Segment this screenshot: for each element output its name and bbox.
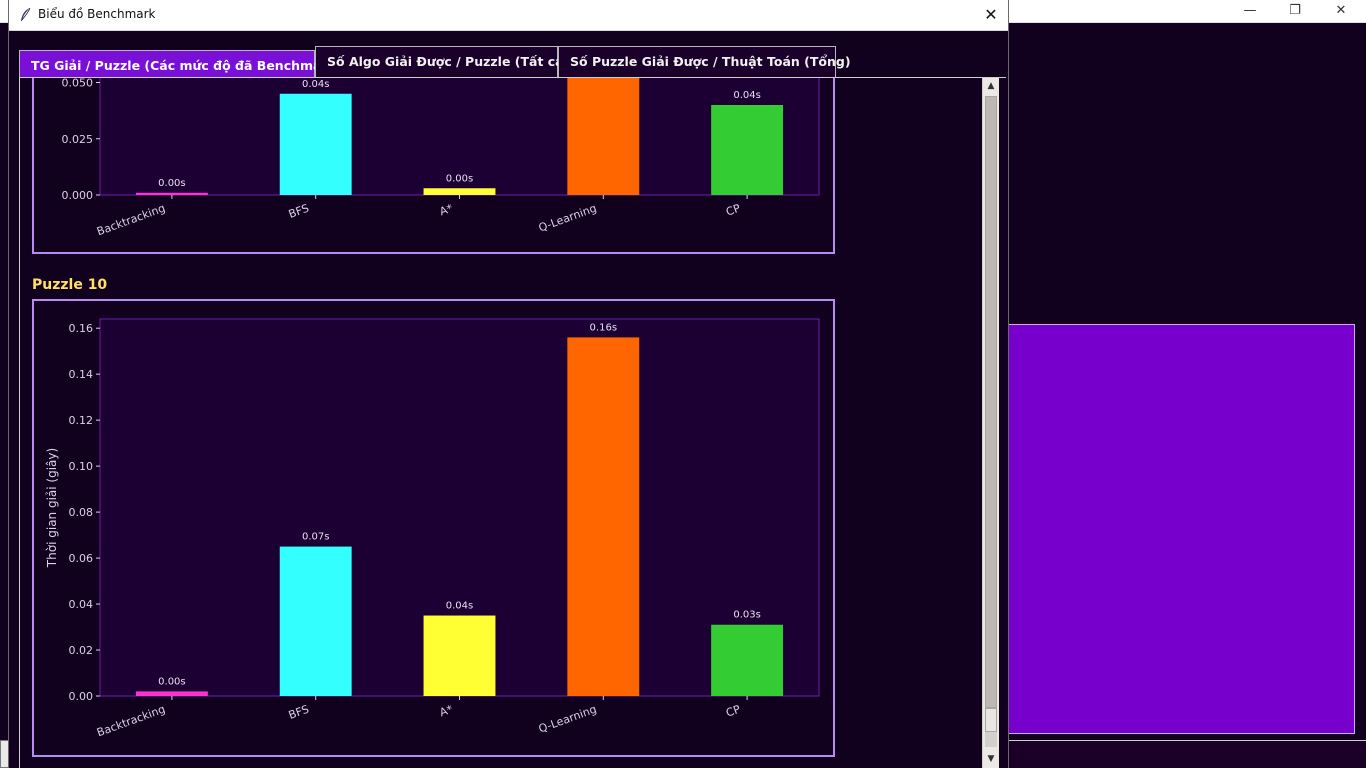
bar-q-learning [567, 337, 640, 696]
x-tick-label: Q-Learning [537, 202, 598, 235]
y-tick-label: 0.050 [62, 78, 94, 90]
y-tick-label: 0.04 [69, 598, 94, 611]
tab-time-per-puzzle[interactable]: TG Giải / Puzzle (Các mức độ đã Benchmar… [19, 50, 342, 80]
puzzle-title: Puzzle 10 [32, 277, 108, 293]
y-tick-label: 0.02 [69, 644, 94, 657]
y-tick-label: 0.14 [69, 368, 94, 381]
tab-label: Số Algo Giải Được / Puzzle (Tất cả) [327, 54, 570, 69]
y-tick-label: 0.025 [62, 133, 94, 146]
y-tick-label: 0.16 [69, 322, 94, 335]
bar-cp [711, 105, 784, 195]
bar-a- [423, 188, 496, 195]
x-tick-label: CP [724, 702, 742, 719]
y-tick-label: 0.000 [62, 189, 94, 202]
window-title: Biểu đồ Benchmark [38, 7, 156, 21]
y-tick-label: 0.10 [69, 460, 94, 473]
bar-value-label: 0.03s [733, 610, 760, 621]
bar-cp [711, 624, 784, 696]
chart-frame-puzzle-10: 0.00 0.02 0.04 0.06 0.08 0.10 0.12 0.14 0.16 0.00… [32, 299, 835, 757]
minimize-button[interactable]: — [1227, 0, 1273, 23]
window-titlebar: Biểu đồ Benchmark ✕ [9, 0, 1008, 31]
bar-value-label: 0.16s [590, 322, 617, 333]
feather-icon [21, 7, 31, 21]
scroll-grip[interactable] [985, 708, 997, 732]
background-bottom-field [1008, 740, 1366, 768]
bar-a- [423, 615, 496, 696]
background-purple-panel [1008, 324, 1355, 734]
scroll-thumb[interactable] [985, 96, 997, 708]
x-tick-label: BFS [287, 703, 311, 722]
tab-label: Số Puzzle Giải Được / Thuật Toán (Tổng) [570, 54, 851, 69]
maximize-button[interactable]: ❐ [1272, 0, 1318, 23]
y-tick-label: 0.12 [69, 414, 94, 427]
bar-value-label: 0.04s [446, 601, 473, 612]
chart-frame-previous: 0.000 0.025 0.050 0.00s Backtracking 0.04s BFS… [32, 78, 835, 254]
y-tick-label: 0.00 [69, 690, 94, 703]
tab-puzzle-count-per-algorithm[interactable]: Số Puzzle Giải Được / Thuật Toán (Tổng) [558, 46, 851, 78]
close-button[interactable]: ✕ [974, 0, 1008, 31]
x-tick-label: CP [724, 201, 742, 218]
scroll-down-button[interactable]: ▼ [983, 751, 999, 768]
x-tick-label: Backtracking [95, 703, 167, 740]
bar-value-label: 0.00s [158, 676, 185, 687]
y-axis-label: Thời gian giải (giây) [45, 448, 59, 568]
bar-value-label: 0.04s [733, 90, 760, 101]
bar-backtracking [135, 192, 208, 195]
chart-scroll-area[interactable]: 0.000 0.025 0.050 0.00s Backtracking 0.04s BFS… [19, 78, 992, 768]
y-tick-label: 0.06 [69, 552, 94, 565]
x-tick-label: BFS [287, 202, 311, 221]
x-tick-label: Backtracking [95, 202, 167, 239]
x-tick-label: A* [438, 702, 455, 719]
x-tick-label: Q-Learning [537, 703, 598, 736]
benchmark-chart-window: Biểu đồ Benchmark ✕ TG Giải / Puzzle (Cá… [8, 0, 1009, 768]
bar-bfs [279, 546, 352, 696]
scroll-up-button[interactable]: ▲ [983, 78, 999, 95]
bar-value-label: 0.07s [302, 532, 329, 543]
bar-chart-puzzle-10: 0.00 0.02 0.04 0.06 0.08 0.10 0.12 0.14 0.16 0.00… [45, 318, 820, 740]
x-tick-label: A* [438, 201, 455, 218]
bar-q-learning [567, 78, 640, 195]
bar-value-label: 0.00s [158, 178, 185, 189]
background-close-button[interactable]: ✕ [1318, 0, 1364, 23]
vertical-scrollbar[interactable]: ▲ ▼ [982, 78, 999, 768]
y-tick-label: 0.08 [69, 506, 94, 519]
tab-algo-count-per-puzzle[interactable]: Số Algo Giải Được / Puzzle (Tất cả) [315, 46, 570, 78]
bar-bfs [279, 93, 352, 195]
bar-value-label: 0.00s [446, 173, 473, 184]
bar-chart-previous-puzzle: 0.000 0.025 0.050 0.00s Backtracking 0.04s BFS… [62, 78, 820, 239]
bar-value-label: 0.04s [302, 79, 329, 90]
bar-backtracking [135, 691, 208, 696]
